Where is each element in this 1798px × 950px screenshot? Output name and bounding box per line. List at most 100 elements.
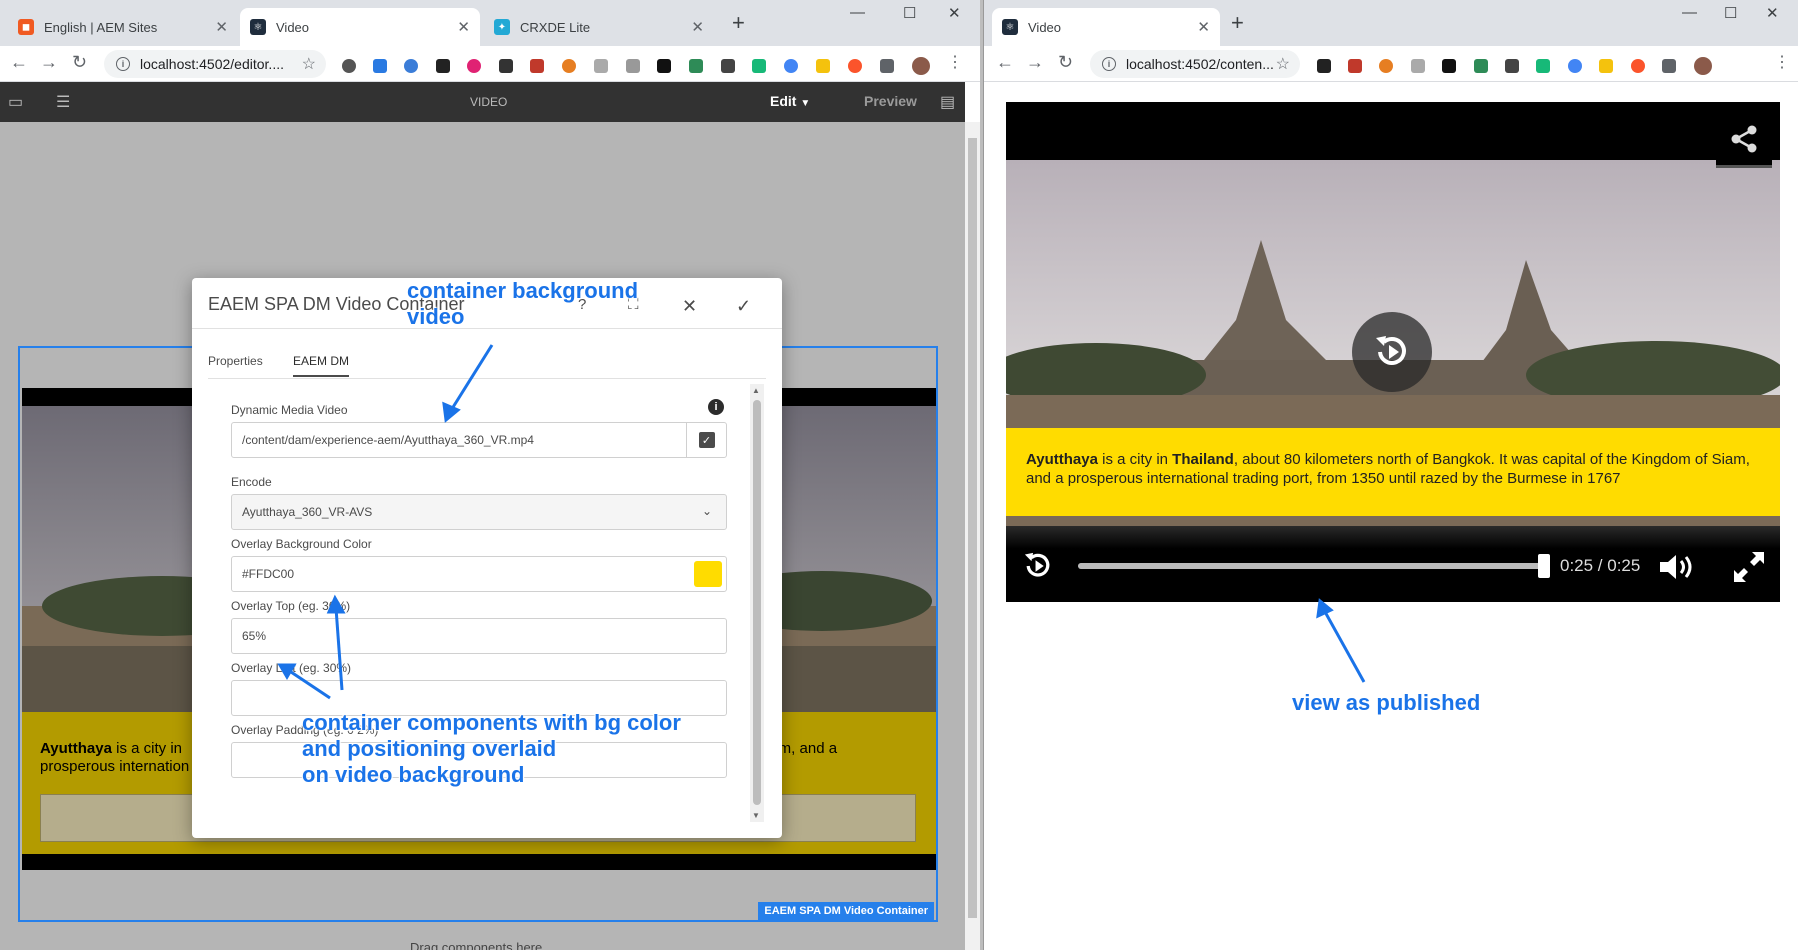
extension-icon[interactable] (1442, 59, 1456, 73)
progress-handle[interactable] (1538, 554, 1550, 578)
extension-icon[interactable] (562, 59, 576, 73)
overlay-top-field[interactable]: 65% (231, 618, 727, 654)
bookmark-star-icon[interactable]: ☆ (302, 54, 316, 74)
site-info-icon[interactable]: i (116, 57, 130, 71)
close-tab-icon[interactable]: ✕ (457, 18, 470, 36)
extension-icon[interactable] (721, 59, 735, 73)
site-info-icon[interactable]: i (1102, 57, 1116, 71)
scroll-down-icon[interactable]: ▼ (752, 811, 760, 820)
scrollbar-thumb[interactable] (968, 138, 977, 918)
tab-eaem-dm[interactable]: EAEM DM (293, 354, 350, 377)
maximize-icon[interactable]: ☐ (903, 4, 916, 22)
extension-icon[interactable] (1348, 59, 1362, 73)
replay-small-icon[interactable] (1020, 548, 1056, 584)
info-icon[interactable]: i (708, 399, 724, 415)
extension-icon[interactable] (373, 59, 387, 73)
dialog-scrollbar[interactable]: ▲ ▼ (750, 384, 764, 822)
minimize-icon[interactable]: — (850, 4, 865, 21)
tab-strip: ◼ English | AEM Sites ✕ ⚛ Video ✕ ✦ CRXD… (0, 0, 980, 46)
address-bar[interactable]: i localhost:4502/conten... ☆ (1090, 50, 1300, 78)
new-tab-button[interactable]: + (1231, 10, 1244, 36)
extension-icon[interactable] (1568, 59, 1582, 73)
close-tab-icon[interactable]: ✕ (1197, 18, 1210, 36)
kebab-menu-icon[interactable]: ⋮ (947, 52, 963, 72)
reload-icon[interactable]: ↻ (72, 52, 87, 73)
edit-mode-dropdown[interactable]: Edit ▼ (770, 93, 810, 109)
fullscreen-icon[interactable] (1732, 550, 1766, 584)
extension-icon[interactable] (816, 59, 830, 73)
puzzle-icon[interactable] (880, 59, 894, 73)
extension-icon[interactable] (594, 59, 608, 73)
extension-icon[interactable] (1474, 59, 1488, 73)
annotation-line: container components with bg color (302, 710, 681, 735)
tab-properties[interactable]: Properties (208, 354, 263, 375)
overlay-text-line2: prosperous internation (40, 758, 190, 775)
bookmark-star-icon[interactable]: ☆ (1276, 54, 1290, 74)
preview-button[interactable]: Preview (864, 93, 917, 109)
extension-icon[interactable] (467, 59, 481, 73)
maximize-icon[interactable]: ☐ (1724, 4, 1737, 22)
new-tab-button[interactable]: + (732, 10, 745, 36)
extension-icon[interactable] (1599, 59, 1613, 73)
extension-icon[interactable] (404, 59, 418, 73)
annotations-icon[interactable]: ▤ (940, 92, 955, 112)
puzzle-icon[interactable] (1662, 59, 1676, 73)
extension-icon[interactable] (436, 59, 450, 73)
volume-icon[interactable] (1658, 552, 1700, 582)
extension-icon[interactable] (1631, 59, 1645, 73)
overlay-bold-word: Ayutthaya (40, 740, 112, 757)
side-panel-icon[interactable]: ▭ (8, 92, 23, 112)
scroll-up-icon[interactable]: ▲ (752, 386, 760, 395)
published-video-player[interactable]: Ayutthaya is a city in Thailand, about 8… (1006, 102, 1780, 602)
avatar[interactable] (912, 57, 930, 75)
avatar[interactable] (1694, 57, 1712, 75)
forward-icon[interactable]: → (1026, 52, 1044, 73)
minimize-icon[interactable]: — (1682, 4, 1697, 21)
close-window-icon[interactable]: ✕ (948, 4, 961, 22)
tab-crxde[interactable]: ✦ CRXDE Lite ✕ (484, 8, 714, 46)
page-properties-icon[interactable]: ☰ (56, 92, 70, 112)
progress-bar[interactable] (1078, 554, 1550, 578)
checkbox-icon: ✓ (698, 432, 715, 448)
color-swatch-button[interactable] (694, 561, 722, 587)
extension-icon[interactable] (499, 59, 513, 73)
overlay-text-start: is a city in (116, 740, 182, 757)
share-button[interactable] (1716, 112, 1772, 168)
extension-icon[interactable] (657, 59, 671, 73)
done-checkmark-icon[interactable]: ✓ (736, 296, 751, 317)
back-icon[interactable]: ← (996, 52, 1014, 73)
dynamic-media-video-field[interactable]: /content/dam/experience-aem/Ayutthaya_36… (231, 422, 727, 458)
extension-icon[interactable] (342, 59, 356, 73)
asset-picker-button[interactable]: ✓ (686, 423, 726, 457)
extension-icon[interactable] (1505, 59, 1519, 73)
close-tab-icon[interactable]: ✕ (215, 18, 228, 36)
close-tab-icon[interactable]: ✕ (691, 18, 704, 36)
tab-video[interactable]: ⚛ Video ✕ (240, 8, 480, 46)
extension-icon[interactable] (784, 59, 798, 73)
extension-icon[interactable] (848, 59, 862, 73)
bg-color-value: #FFDC00 (242, 567, 295, 581)
encode-select[interactable]: Ayutthaya_360_VR-AVS ⌄ (231, 494, 727, 530)
forward-icon[interactable]: → (40, 52, 58, 73)
tab-aem-sites[interactable]: ◼ English | AEM Sites ✕ (8, 8, 238, 46)
overlay-bg-color-field[interactable]: #FFDC00 (231, 556, 727, 592)
back-icon[interactable]: ← (10, 52, 28, 73)
canvas-scrollbar[interactable] (965, 122, 980, 950)
tab-video[interactable]: ⚛ Video ✕ (992, 8, 1220, 46)
extension-icon[interactable] (1317, 59, 1331, 73)
close-dialog-icon[interactable]: ✕ (682, 296, 697, 317)
extension-icon[interactable] (626, 59, 640, 73)
reload-icon[interactable]: ↻ (1058, 52, 1073, 73)
extension-icon[interactable] (1536, 59, 1550, 73)
address-bar[interactable]: i localhost:4502/editor.... ☆ (104, 50, 326, 78)
close-window-icon[interactable]: ✕ (1766, 4, 1779, 22)
extension-icon[interactable] (1379, 59, 1393, 73)
extension-icon[interactable] (752, 59, 766, 73)
extension-icon[interactable] (1411, 59, 1425, 73)
kebab-menu-icon[interactable]: ⋮ (1774, 52, 1790, 72)
extension-icon[interactable] (530, 59, 544, 73)
dialog-scrollbar-thumb[interactable] (753, 400, 761, 805)
crxde-favicon-icon: ✦ (494, 19, 510, 35)
extension-icon[interactable] (689, 59, 703, 73)
replay-button[interactable] (1352, 312, 1432, 392)
